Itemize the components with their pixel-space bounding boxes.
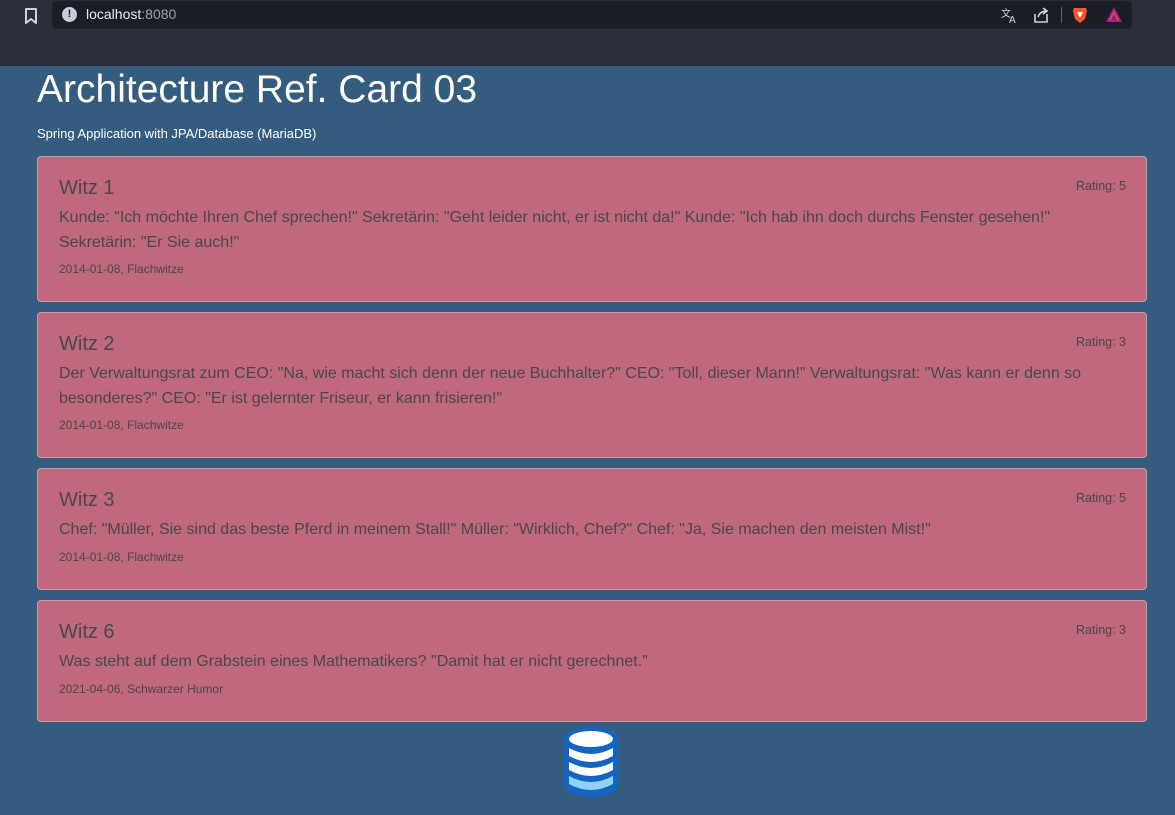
joke-rating: Rating: 5 (1075, 491, 1126, 505)
joke-card: Witz 1 Rating: 5 Kunde: "Ich möchte Ihre… (37, 156, 1147, 302)
address-bar[interactable]: ! localhost:8080 文 A (52, 1, 1132, 29)
page-title: Architecture Ref. Card 03 (37, 68, 478, 111)
url-port: :8080 (141, 6, 177, 22)
joke-title: Witz 1 (59, 177, 115, 199)
joke-date: 2021-04-06 (59, 682, 121, 696)
page-subtitle: Spring Application with JPA/Database (Ma… (37, 126, 317, 141)
joke-category: Flachwitze (120, 262, 183, 276)
share-icon[interactable] (1031, 5, 1051, 25)
url-host: localhost (86, 6, 142, 22)
joke-meta: 2021-04-06Schwarzer Humor (59, 682, 223, 696)
joke-category: Schwarzer Humor (120, 682, 223, 696)
joke-rating: Rating: 5 (1075, 179, 1126, 193)
brave-rewards-icon[interactable] (1104, 5, 1124, 25)
joke-card: Witz 2 Rating: 3 Der Verwaltungsrat zum … (37, 312, 1147, 458)
joke-category: Flachwitze (120, 550, 183, 564)
joke-title: Witz 6 (59, 621, 115, 643)
brave-shield-icon[interactable] (1070, 5, 1090, 25)
toolbar-separator (1061, 7, 1062, 23)
site-info-icon[interactable]: ! (62, 7, 77, 22)
joke-meta: 2014-01-08Flachwitze (59, 550, 184, 564)
database-icon (564, 727, 618, 797)
joke-card: Witz 3 Rating: 5 Chef: "Müller, Sie sind… (37, 468, 1147, 590)
joke-text: Was steht auf dem Grabstein eines Mathem… (59, 653, 648, 670)
joke-meta: 2014-01-08Flachwitze (59, 418, 184, 432)
joke-date: 2014-01-08 (59, 262, 121, 276)
joke-date: 2014-01-08 (59, 550, 121, 564)
joke-text: Chef: "Müller, Sie sind das beste Pferd … (59, 521, 931, 538)
url-text[interactable]: localhost:8080 (86, 6, 176, 22)
joke-title: Witz 2 (59, 333, 115, 355)
browser-toolbar: ! localhost:8080 文 A (0, 0, 1175, 66)
joke-rating: Rating: 3 (1075, 335, 1126, 349)
translate-icon[interactable]: 文 A (999, 5, 1019, 25)
bookmark-icon[interactable] (22, 6, 40, 26)
joke-category: Flachwitze (120, 418, 183, 432)
joke-rating: Rating: 3 (1075, 623, 1126, 637)
joke-text: Der Verwaltungsrat zum CEO: "Na, wie mac… (59, 365, 1082, 407)
joke-title: Witz 3 (59, 489, 115, 511)
svg-text:A: A (1009, 15, 1016, 25)
joke-meta: 2014-01-08Flachwitze (59, 262, 184, 276)
joke-text: Kunde: "Ich möchte Ihren Chef sprechen!"… (59, 209, 1051, 251)
joke-card: Witz 6 Rating: 3 Was steht auf dem Grabs… (37, 600, 1147, 722)
joke-date: 2014-01-08 (59, 418, 121, 432)
